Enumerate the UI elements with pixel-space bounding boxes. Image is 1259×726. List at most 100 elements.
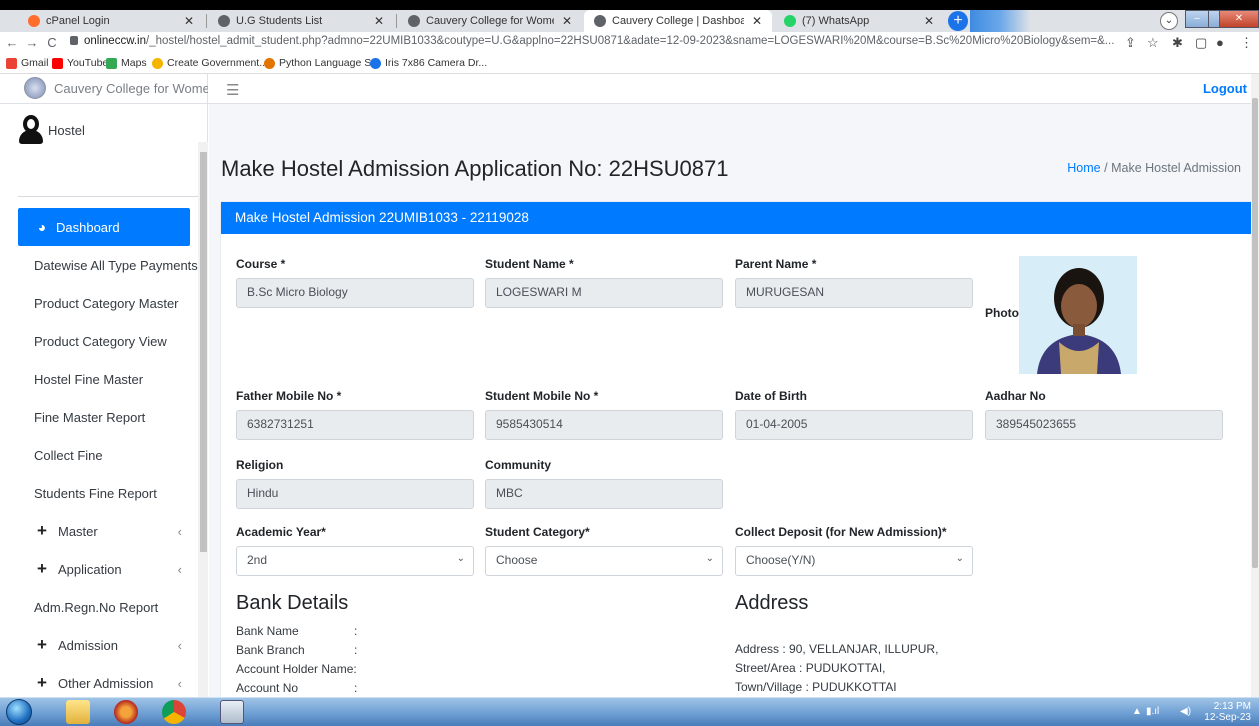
collect-deposit-select[interactable]: Choose(Y/N) ⌄	[735, 546, 973, 576]
account-holder-row: Account Holder Name:	[236, 662, 357, 676]
sidebar-item-label: Fine Master Report	[34, 409, 146, 425]
close-icon[interactable]: ✕	[374, 14, 384, 28]
user-name[interactable]: Hostel	[48, 123, 85, 138]
brand-link[interactable]: Cauvery College for Women	[0, 74, 217, 104]
student-photo-image	[1019, 256, 1137, 374]
volume-icon[interactable]: ◀)	[1180, 706, 1191, 717]
academic-year-select[interactable]: 2nd ⌄	[236, 546, 474, 576]
browser-tab-cpanel[interactable]: cPanel Login ✕	[18, 10, 204, 32]
bookmark-iris-camera[interactable]: Iris 7x86 Camera Dr...	[370, 57, 487, 69]
browser-tab-cauvery-college[interactable]: Cauvery College for Women ✕	[398, 10, 582, 32]
url-field[interactable]: onlineccw.in/_hostel/hostel_admit_studen…	[70, 35, 1114, 47]
top-navbar: ☰ Logout	[208, 74, 1259, 104]
chevron-left-icon: ‹	[177, 675, 182, 691]
sidebar-item-adm-regn-report[interactable]: Adm.Regn.No Report	[18, 588, 190, 626]
logout-link[interactable]: Logout	[1203, 81, 1247, 96]
bookmark-create-government[interactable]: Create Government...	[152, 57, 268, 69]
share-icon[interactable]: ⇪	[1125, 35, 1136, 51]
bookmark-maps[interactable]: Maps	[106, 57, 147, 69]
collect-deposit-label: Collect Deposit (for New Admission)*	[735, 525, 947, 539]
close-icon[interactable]: ✕	[752, 14, 762, 28]
close-icon[interactable]: ✕	[562, 14, 572, 28]
clock[interactable]: 2:13 PM 12-Sep-23	[1204, 701, 1251, 723]
globe-icon	[594, 15, 606, 27]
college-logo	[24, 77, 46, 99]
account-holder-key: Account Holder Name	[236, 662, 354, 676]
person-icon	[370, 57, 381, 69]
side-panel-icon[interactable]: ▢	[1195, 35, 1207, 51]
extensions-icon[interactable]: ✱	[1172, 35, 1183, 51]
forward-icon[interactable]: →	[22, 35, 42, 50]
close-icon[interactable]: ✕	[924, 14, 934, 28]
gmail-icon	[6, 57, 17, 69]
bookmark-gmail[interactable]: Gmail	[6, 57, 48, 69]
sidebar-item-product-category-view[interactable]: Product Category View	[18, 322, 190, 360]
student-mobile-field[interactable]: 9585430514	[485, 410, 723, 440]
new-tab-button[interactable]: +	[948, 11, 968, 31]
sidebar-item-master[interactable]: + Master ‹	[18, 512, 190, 550]
course-field[interactable]: B.Sc Micro Biology	[236, 278, 474, 308]
father-mobile-label: Father Mobile No *	[236, 389, 342, 403]
page-scroll-thumb[interactable]	[1252, 98, 1258, 568]
show-hidden-icons[interactable]: ▲	[1132, 706, 1142, 717]
browser-tab-ug-students[interactable]: U.G Students List ✕	[208, 10, 394, 32]
tab-search-icon[interactable]: ⌄	[1160, 12, 1178, 30]
back-icon[interactable]: ←	[2, 35, 22, 50]
student-name-field[interactable]: LOGESWARI M	[485, 278, 723, 308]
religion-field[interactable]: Hindu	[236, 479, 474, 509]
sidebar-item-hostel-fine-master[interactable]: Hostel Fine Master	[18, 360, 190, 398]
bookmark-python[interactable]: Python Language S...	[264, 57, 380, 69]
menu-icon[interactable]: ⋮	[1240, 35, 1253, 51]
aadhar-field[interactable]: 389545023655	[985, 410, 1223, 440]
student-category-value: Choose	[496, 553, 538, 567]
sidebar-item-application[interactable]: + Application ‹	[18, 550, 190, 588]
chevron-down-icon: ⌄	[705, 553, 714, 564]
sidebar-item-fine-master-report[interactable]: Fine Master Report	[18, 398, 190, 436]
sidebar-item-admission[interactable]: + Admission ‹	[18, 626, 190, 664]
plus-icon: +	[37, 521, 47, 540]
reload-icon[interactable]: C	[42, 35, 62, 50]
aadhar-group: Aadhar No 389545023655	[985, 389, 1223, 440]
chevron-down-icon: ⌄	[456, 553, 465, 564]
profile-icon[interactable]: ●	[1216, 35, 1224, 50]
brand-text: Cauvery College for Women	[54, 81, 218, 96]
breadcrumb-home-link[interactable]: Home	[1067, 161, 1100, 175]
bank-details-heading: Bank Details	[236, 592, 349, 614]
close-window-button[interactable]: ✕	[1219, 10, 1259, 28]
community-field[interactable]: MBC	[485, 479, 723, 509]
close-icon[interactable]: ✕	[184, 14, 194, 28]
dob-field[interactable]: 01-04-2005	[735, 410, 973, 440]
collect-deposit-group: Collect Deposit (for New Admission)* Cho…	[735, 525, 973, 576]
calculator-icon[interactable]	[220, 700, 244, 724]
sidebar-item-students-fine-report[interactable]: Students Fine Report	[18, 474, 190, 512]
sidebar-item-label: Product Category View	[34, 333, 167, 349]
parent-name-field[interactable]: MURUGESAN	[735, 278, 973, 308]
browser-tab-dashboard[interactable]: Cauvery College | Dashboard ✕	[584, 10, 772, 32]
government-icon	[152, 57, 163, 69]
sidebar-item-collect-fine[interactable]: Collect Fine	[18, 436, 190, 474]
sidebar-scroll-thumb[interactable]	[200, 152, 207, 552]
file-explorer-icon[interactable]	[66, 700, 90, 724]
whatsapp-icon	[784, 15, 796, 27]
star-icon[interactable]: ☆	[1147, 35, 1159, 51]
chrome-icon[interactable]	[162, 700, 186, 724]
browser-tab-whatsapp[interactable]: (7) WhatsApp ✕	[774, 10, 944, 32]
start-button[interactable]	[6, 699, 32, 725]
hamburger-icon[interactable]: ☰	[226, 81, 239, 99]
religion-group: Religion Hindu	[236, 458, 474, 509]
student-category-select[interactable]: Choose ⌄	[485, 546, 723, 576]
father-mobile-group: Father Mobile No * 6382731251	[236, 389, 474, 440]
father-mobile-field[interactable]: 6382731251	[236, 410, 474, 440]
bank-name-key: Bank Name	[236, 624, 299, 638]
parent-name-label: Parent Name *	[735, 257, 817, 271]
sidebar-item-datewise-payments[interactable]: Datewise All Type Payments	[18, 246, 198, 284]
sidebar-item-label: Hostel Fine Master	[34, 371, 144, 387]
network-icon[interactable]: ▮.ıl	[1146, 706, 1159, 717]
academic-year-value: 2nd	[247, 553, 268, 567]
sidebar-item-dashboard[interactable]: ◕ Dashboard	[18, 208, 190, 246]
collect-deposit-value: Choose(Y/N)	[746, 553, 816, 567]
minimize-button[interactable]: –	[1185, 10, 1209, 28]
firefox-icon[interactable]	[114, 700, 138, 724]
bookmark-youtube[interactable]: YouTube	[52, 57, 108, 69]
sidebar-item-product-category-master[interactable]: Product Category Master	[18, 284, 190, 322]
